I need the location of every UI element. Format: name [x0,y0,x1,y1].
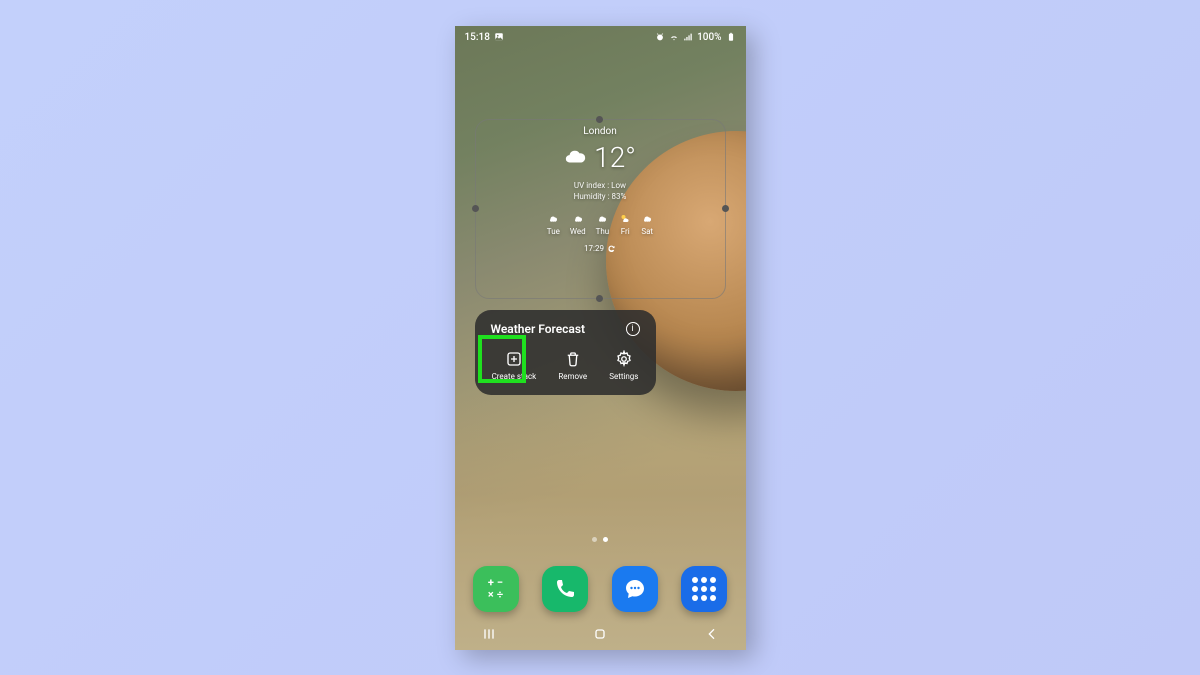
forecast-day: Tue [547,227,560,236]
rain-icon [641,212,653,224]
weather-forecast-row: Tue Wed Thu Fri Sat [547,212,653,236]
back-button[interactable] [704,626,720,642]
forecast-day: Sat [641,227,653,236]
weather-uv: UV index : Low [574,180,627,191]
recents-button[interactable] [481,626,497,642]
refresh-icon[interactable] [607,244,616,253]
resize-handle-right[interactable] [722,205,729,212]
picture-icon [494,32,504,42]
home-button[interactable] [592,626,608,642]
battery-percent: 100% [697,32,721,43]
dock: +−×÷ [473,566,728,612]
page-dot-active[interactable] [603,537,608,542]
partly-cloudy-icon [619,212,631,224]
battery-icon [726,32,736,42]
page-indicator[interactable] [455,537,746,542]
messages-app-icon[interactable] [612,566,658,612]
rain-icon [547,212,559,224]
alarm-icon [655,32,665,42]
calculator-app-icon[interactable]: +−×÷ [473,566,519,612]
phone-screen: 15:18 100% London 12° UV index : Low Hum… [455,26,746,650]
forecast-day: Wed [570,227,586,236]
weather-update-time: 17:29 [584,244,604,253]
gear-icon [615,350,633,368]
resize-handle-bottom[interactable] [596,295,603,302]
cloud-icon [564,146,586,168]
settings-label: Settings [609,372,638,381]
create-stack-button[interactable]: Create stack [490,346,539,385]
page-dot[interactable] [592,537,597,542]
rain-icon [596,212,608,224]
weather-widget[interactable]: London 12° UV index : Low Humidity : 83%… [480,126,721,253]
wifi-icon [669,32,679,42]
widget-context-menu: Weather Forecast i Create stack Remove S… [475,310,656,395]
trash-icon [564,350,582,368]
settings-button[interactable]: Settings [607,346,640,385]
weather-humidity: Humidity : 83% [574,191,627,202]
status-bar: 15:18 100% [465,32,736,43]
context-menu-title: Weather Forecast [491,322,586,336]
status-time: 15:18 [465,32,490,43]
weather-city: London [583,126,616,137]
apps-drawer-icon[interactable] [681,566,727,612]
navigation-bar [481,626,720,642]
create-stack-icon [505,350,523,368]
rain-icon [572,212,584,224]
info-icon[interactable]: i [626,322,640,336]
forecast-day: Fri [621,227,630,236]
phone-app-icon[interactable] [542,566,588,612]
remove-label: Remove [558,372,587,381]
signal-icon [683,32,693,42]
resize-handle-top[interactable] [596,116,603,123]
forecast-day: Thu [596,227,610,236]
create-stack-label: Create stack [492,372,537,381]
weather-temperature: 12° [594,141,636,174]
resize-handle-left[interactable] [472,205,479,212]
remove-button[interactable]: Remove [556,346,589,385]
